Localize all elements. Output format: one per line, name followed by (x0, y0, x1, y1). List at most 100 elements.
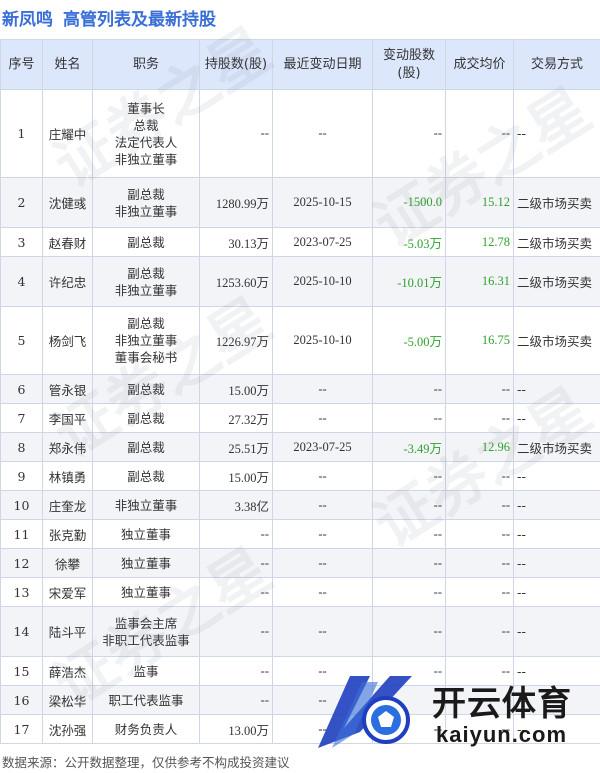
col-header-price: 成交均价 (445, 39, 514, 90)
position-line: 非独立董事 (114, 151, 178, 167)
cell-name: 管永银 (42, 374, 93, 404)
col-header-name: 姓名 (42, 39, 93, 90)
table-row: 13 宋爱军 独立董事 -- -- -- -- -- (0, 577, 600, 607)
cell-holding: -- (199, 606, 273, 657)
position-line: 非独立董事 (114, 203, 178, 219)
cell-name: 许纪忠 (42, 256, 93, 307)
page-title: 高管列表及最新持股 (63, 9, 216, 30)
cell-holding: 1280.99万 (199, 177, 273, 228)
cell-mode: 二级市场买卖 (513, 432, 600, 462)
table-row: 11 张克勤 独立董事 -- -- -- -- -- (0, 519, 600, 549)
cell-position: 独立董事 (92, 577, 200, 607)
position-line: 非独立董事 (114, 497, 178, 513)
cell-idx: 15 (0, 656, 43, 686)
cell-change: -- (372, 490, 446, 520)
cell-date: -- (272, 490, 373, 520)
cell-change: -- (372, 374, 446, 404)
cell-price: -- (445, 461, 514, 491)
cell-date: 2025-10-10 (272, 306, 373, 375)
cell-idx: 2 (0, 177, 43, 228)
cell-position: 非独立董事 (92, 490, 200, 520)
position-line: 总裁 (133, 117, 159, 133)
table-row: 2 沈健彧 副总裁 非独立董事 1280.99万 2025-10-15 -1500.0 15.… (0, 177, 600, 228)
table-row: 12 徐攀 独立董事 -- -- -- -- -- (0, 548, 600, 578)
cell-name: 李国平 (42, 403, 93, 433)
table-row: 6 管永银 副总裁 15.00万 -- -- -- -- (0, 374, 600, 404)
cell-idx: 9 (0, 461, 43, 491)
cell-mode: -- (513, 606, 600, 657)
cell-position: 副总裁 (92, 432, 200, 462)
cell-name: 薛浩杰 (42, 656, 93, 686)
cell-position: 副总裁 (92, 374, 200, 404)
cell-holding: 1253.60万 (199, 256, 273, 307)
cell-price: -- (445, 374, 514, 404)
position-line: 监事 (133, 663, 159, 679)
cell-name: 沈孙强 (42, 714, 93, 744)
data-source-footer: 数据来源：公开数据整理，仅供参考不构成投资建议 (2, 755, 290, 770)
cell-holding: -- (199, 548, 273, 578)
cell-idx: 6 (0, 374, 43, 404)
table-row: 14 陆斗平 监事会主席 非职工代表监事 -- -- -- -- -- (0, 606, 600, 657)
cell-price: 16.75 (445, 306, 514, 375)
cell-change: -- (372, 403, 446, 433)
position-line: 副总裁 (127, 186, 165, 202)
cell-name: 徐攀 (42, 548, 93, 578)
cell-change: -- (372, 519, 446, 549)
cell-holding: 13.00万 (199, 714, 273, 744)
cell-name: 赵春财 (42, 227, 93, 257)
cell-position: 副总裁 (92, 403, 200, 433)
cell-idx: 13 (0, 577, 43, 607)
cell-date: 2025-10-15 (272, 177, 373, 228)
position-line: 独立董事 (120, 526, 171, 542)
position-line: 非职工代表监事 (102, 632, 190, 648)
position-line: 独立董事 (120, 555, 171, 571)
cell-position: 监事 (92, 656, 200, 686)
cell-change: -1500.0 (372, 177, 446, 228)
position-line: 副总裁 (127, 316, 165, 331)
cell-price: -- (445, 577, 514, 607)
cell-idx: 10 (0, 490, 43, 520)
position-line: 董事会秘书 (114, 350, 178, 365)
cell-mode: -- (513, 403, 600, 433)
cell-idx: 11 (0, 519, 43, 549)
cell-position: 副总裁 非独立董事 (92, 177, 200, 228)
cell-holding: 25.51万 (199, 432, 273, 462)
col-header-change: 变动股数(股) (372, 39, 446, 90)
position-line: 副总裁 (127, 439, 165, 455)
cell-holding: 15.00万 (199, 461, 273, 491)
cell-change: -- (372, 548, 446, 578)
cell-holding: -- (199, 519, 273, 549)
position-line: 监事会主席 (114, 615, 178, 631)
cell-price: 12.78 (445, 227, 514, 257)
cell-change: -- (372, 461, 446, 491)
position-line: 非独立董事 (114, 282, 178, 298)
cell-holding: -- (199, 89, 273, 178)
cell-idx: 3 (0, 227, 43, 257)
cell-change: -3.49万 (372, 432, 446, 462)
logo-text-cn: 开云体育 (432, 684, 572, 724)
cell-position: 独立董事 (92, 519, 200, 549)
cell-date: -- (272, 403, 373, 433)
table-header-row: 序号 姓名 职务 持股数(股) 最近变动日期 变动股数(股) 成交均价 交易方式 (0, 39, 600, 90)
cell-name: 杨剑飞 (42, 306, 93, 375)
cell-mode: -- (513, 519, 600, 549)
table-row: 9 林镇勇 副总裁 15.00万 -- -- -- -- (0, 461, 600, 491)
cell-position: 副总裁 非独立董事 (92, 256, 200, 307)
table-row: 4 许纪忠 副总裁 非独立董事 1253.60万 2025-10-10 -10.01万 16.… (0, 256, 600, 307)
col-header-idx: 序号 (0, 39, 43, 90)
position-line: 非独立董事 (114, 333, 178, 348)
cell-change: -5.00万 (372, 306, 446, 375)
cell-position: 财务负责人 (92, 714, 200, 744)
table-body: 1 庄耀中 董事长 总裁 法定代表人 非独立董事 -- -- -- -- -- 2 沈健彧 副总裁 非独立董… (0, 89, 600, 744)
cell-holding: -- (199, 656, 273, 686)
cell-name: 庄耀中 (42, 89, 93, 178)
cell-holding: 3.38亿 (199, 490, 273, 520)
company-name: 新凤鸣 (2, 9, 53, 30)
cell-date: 2025-10-10 (272, 256, 373, 307)
cell-price: -- (445, 548, 514, 578)
cell-idx: 8 (0, 432, 43, 462)
table-row: 5 杨剑飞 副总裁 非独立董事 董事会秘书 1226.97万 2025-10-10 -5.00… (0, 306, 600, 375)
cell-date: -- (272, 606, 373, 657)
title-bar: 新凤鸣 高管列表及最新持股 (0, 0, 600, 34)
cell-change: -- (372, 606, 446, 657)
